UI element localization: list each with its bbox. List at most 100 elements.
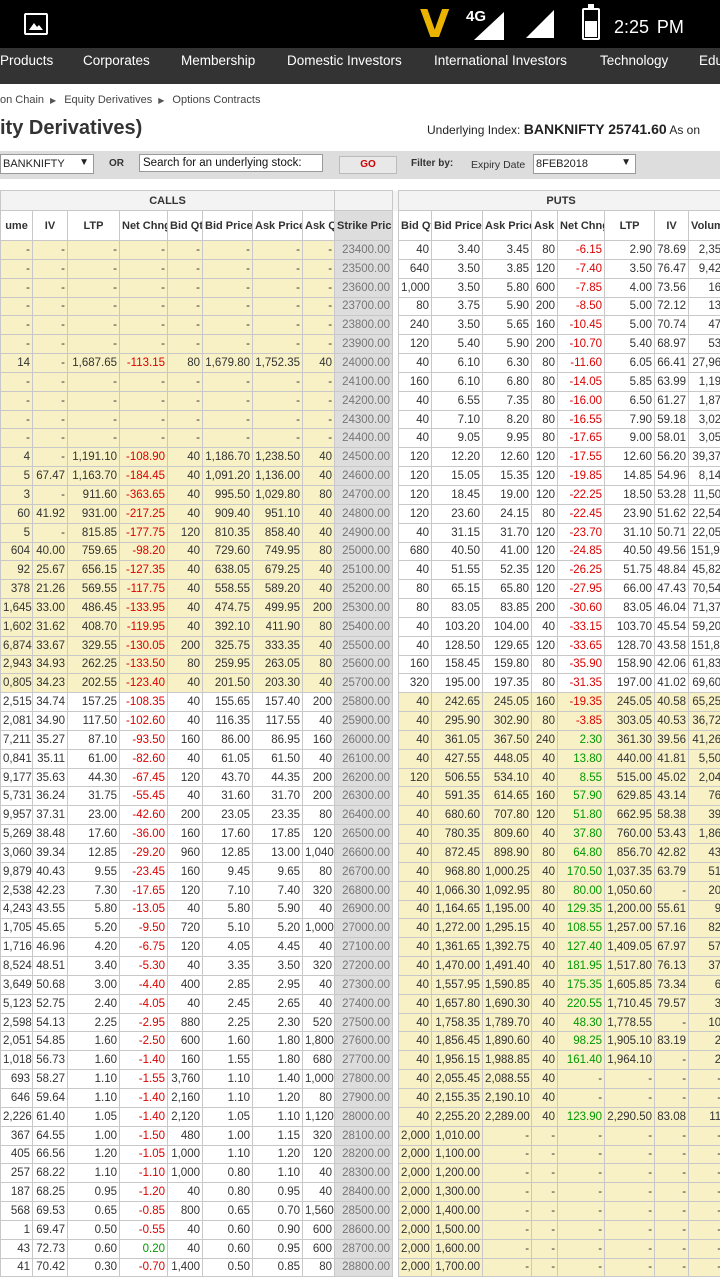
table-cell[interactable]: 36,72: [688, 711, 720, 731]
put-bid-price-header[interactable]: Bid Price: [431, 210, 484, 241]
call-ask-price-header[interactable]: Ask Price: [252, 210, 303, 241]
table-cell[interactable]: 6,874: [0, 635, 33, 656]
table-cell[interactable]: 5.20: [67, 918, 120, 939]
put-volume-header[interactable]: Volum: [688, 210, 720, 241]
table-cell[interactable]: 856.70: [604, 843, 656, 863]
table-cell[interactable]: 14: [0, 353, 33, 373]
put-ltp-header[interactable]: LTP: [604, 210, 656, 241]
table-cell[interactable]: 5,269: [0, 824, 33, 844]
table-cell[interactable]: 60: [0, 503, 33, 524]
table-cell[interactable]: 329.55: [67, 635, 120, 656]
stock-search-input[interactable]: [139, 154, 323, 172]
table-cell[interactable]: 911.60: [67, 484, 120, 505]
table-cell[interactable]: -: [67, 334, 120, 355]
nav-domestic-investors[interactable]: Domestic Investors: [287, 53, 402, 68]
table-cell[interactable]: 1,710.45: [604, 993, 656, 1014]
table-cell[interactable]: 1,602: [0, 616, 33, 637]
strike-cell[interactable]: 28500.00: [334, 1201, 394, 1221]
table-cell[interactable]: 1.10: [67, 1087, 120, 1108]
table-cell[interactable]: -: [604, 1219, 656, 1240]
table-cell[interactable]: 2,538: [0, 880, 33, 901]
strike-cell[interactable]: 25500.00: [334, 635, 394, 656]
table-cell[interactable]: 5.40: [604, 334, 656, 355]
table-cell[interactable]: 2,515: [0, 692, 33, 713]
table-cell[interactable]: -: [604, 1125, 656, 1146]
table-cell[interactable]: -: [604, 1201, 656, 1221]
strike-cell[interactable]: 25000.00: [334, 541, 394, 562]
table-cell[interactable]: 1.60: [67, 1050, 120, 1071]
table-cell[interactable]: 7,211: [0, 729, 33, 750]
table-cell[interactable]: 9,42: [688, 258, 720, 279]
nav-corporates[interactable]: Corporates: [83, 53, 150, 68]
table-cell[interactable]: 37: [688, 956, 720, 976]
table-cell[interactable]: 662.95: [604, 805, 656, 826]
table-cell[interactable]: 5.80: [67, 899, 120, 920]
table-cell[interactable]: 157.25: [67, 692, 120, 713]
table-cell[interactable]: 1,517.80: [604, 956, 656, 976]
table-cell[interactable]: -: [688, 1125, 720, 1146]
table-cell[interactable]: 0.95: [67, 1182, 120, 1203]
table-cell[interactable]: 197.00: [604, 673, 656, 694]
table-cell[interactable]: 2.25: [67, 1012, 120, 1033]
table-cell[interactable]: 3.00: [67, 974, 120, 995]
table-cell[interactable]: 59,20: [688, 616, 720, 637]
table-cell[interactable]: 128.70: [604, 635, 656, 656]
table-cell[interactable]: -: [688, 1182, 720, 1203]
nav-education[interactable]: Edu: [699, 53, 720, 68]
table-cell[interactable]: 2.40: [67, 993, 120, 1014]
table-cell[interactable]: 5,731: [0, 786, 33, 807]
table-cell[interactable]: -: [67, 296, 120, 317]
table-cell[interactable]: 40.50: [604, 541, 656, 562]
put-iv-header[interactable]: IV: [654, 210, 690, 241]
table-cell[interactable]: 2: [688, 1050, 720, 1071]
table-cell[interactable]: -: [67, 390, 120, 411]
strike-cell[interactable]: 26800.00: [334, 880, 394, 901]
strike-cell[interactable]: 25400.00: [334, 616, 394, 637]
strike-cell[interactable]: 24400.00: [334, 428, 394, 449]
strike-cell[interactable]: 26700.00: [334, 861, 394, 882]
table-cell[interactable]: 12.85: [67, 843, 120, 863]
table-cell[interactable]: 117.50: [67, 711, 120, 731]
table-cell[interactable]: 5,123: [0, 993, 33, 1014]
table-cell[interactable]: 1: [0, 1219, 33, 1240]
table-cell[interactable]: -: [688, 1163, 720, 1184]
table-cell[interactable]: 1.10: [67, 1069, 120, 1089]
table-cell[interactable]: 3,02: [688, 409, 720, 430]
strike-cell[interactable]: 25100.00: [334, 560, 394, 581]
table-cell[interactable]: 646: [0, 1087, 33, 1108]
table-cell[interactable]: -: [604, 1087, 656, 1108]
strike-cell[interactable]: 27500.00: [334, 1012, 394, 1033]
table-cell[interactable]: 44.30: [67, 767, 120, 788]
table-cell[interactable]: 9: [688, 899, 720, 920]
table-cell[interactable]: 0.60: [67, 1238, 120, 1259]
table-cell[interactable]: 12.60: [604, 447, 656, 468]
table-cell[interactable]: 66.00: [604, 579, 656, 600]
table-cell[interactable]: -: [0, 258, 33, 279]
table-cell[interactable]: 53: [688, 334, 720, 355]
table-cell[interactable]: 6.50: [604, 390, 656, 411]
table-cell[interactable]: 4.20: [67, 937, 120, 958]
table-cell[interactable]: 103.70: [604, 616, 656, 637]
table-cell[interactable]: 0,805: [0, 673, 33, 694]
table-cell[interactable]: 202.55: [67, 673, 120, 694]
table-cell[interactable]: 69,60: [688, 673, 720, 694]
put-bid-qty-header[interactable]: Bid Qty: [398, 210, 433, 241]
table-cell[interactable]: 158.90: [604, 654, 656, 675]
table-cell[interactable]: -: [688, 1087, 720, 1108]
strike-cell[interactable]: 27000.00: [334, 918, 394, 939]
table-cell[interactable]: 27,96: [688, 353, 720, 373]
table-cell[interactable]: -: [67, 277, 120, 298]
table-cell[interactable]: 23.90: [604, 503, 656, 524]
strike-cell[interactable]: 24700.00: [334, 484, 394, 505]
table-cell[interactable]: 51.75: [604, 560, 656, 581]
strike-cell[interactable]: 26200.00: [334, 767, 394, 788]
strike-cell[interactable]: 25700.00: [334, 673, 394, 694]
table-cell[interactable]: 4,243: [0, 899, 33, 920]
breadcrumb-option-chain[interactable]: on Chain: [0, 94, 44, 106]
table-cell[interactable]: 1,86: [688, 824, 720, 844]
table-cell[interactable]: -: [604, 1238, 656, 1259]
table-cell[interactable]: 11: [688, 1106, 720, 1127]
table-cell[interactable]: 515.00: [604, 767, 656, 788]
strike-cell[interactable]: 26000.00: [334, 729, 394, 750]
strike-cell[interactable]: 27300.00: [334, 974, 394, 995]
